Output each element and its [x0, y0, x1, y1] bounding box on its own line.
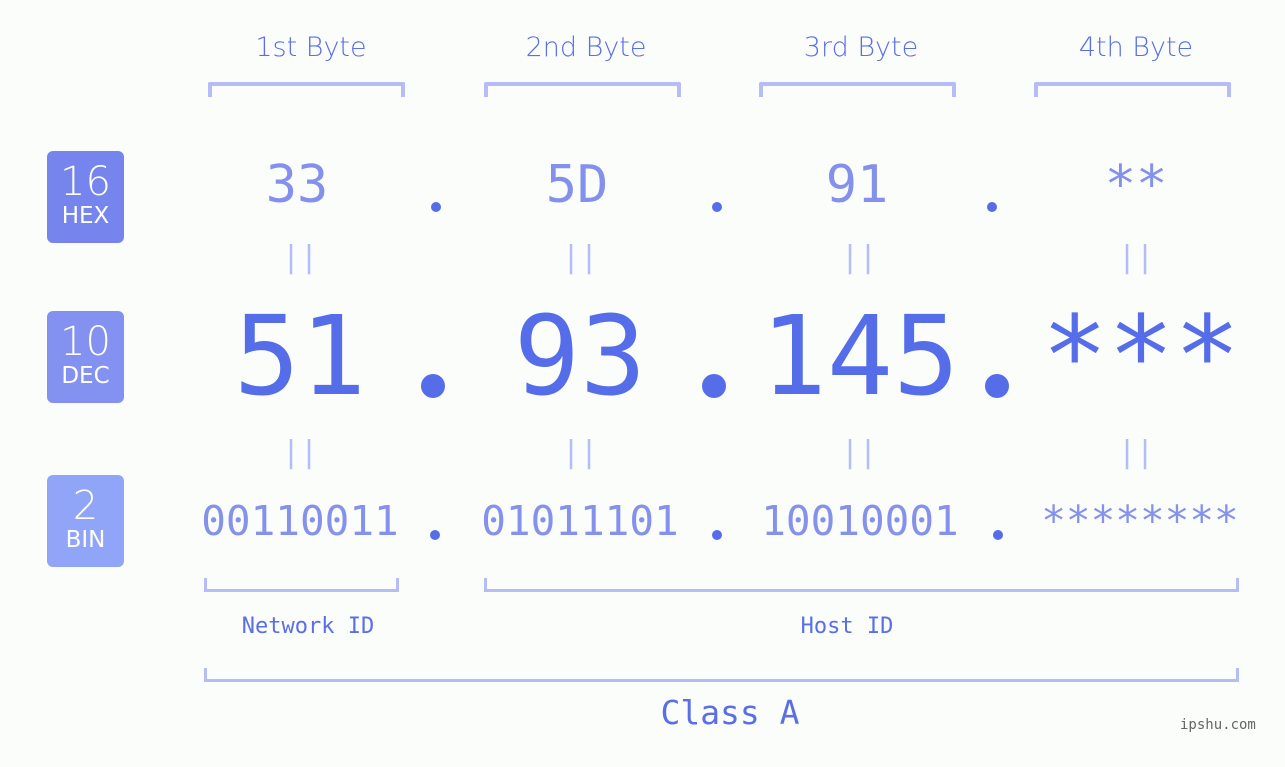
dec-separator-dot: [985, 374, 1009, 398]
host-id-label: Host ID: [800, 614, 894, 639]
dec-separator-dot: [702, 374, 726, 398]
watermark: ipshu.com: [1180, 717, 1256, 733]
class-bracket: [204, 668, 1239, 682]
bin-byte-1: 00110011: [201, 497, 399, 545]
dec-byte-2: 93: [513, 292, 647, 420]
byte-bracket-1: [208, 82, 405, 97]
hex-separator-dot: [712, 202, 722, 212]
byte-label-1: 1st Byte: [255, 32, 367, 63]
bin-badge-base: 2: [72, 483, 99, 529]
byte-label-4: 4th Byte: [1078, 32, 1194, 63]
class-label: Class A: [660, 693, 800, 732]
bin-byte-3: 10010001: [761, 497, 959, 545]
host-id-bracket: [484, 578, 1239, 592]
hex-badge: 16 HEX: [47, 151, 124, 243]
byte-label-2: 2nd Byte: [525, 32, 647, 63]
bin-separator-dot: [430, 530, 440, 540]
equals-sign: ||: [281, 240, 319, 275]
network-id-bracket: [204, 578, 399, 592]
bin-badge: 2 BIN: [47, 475, 124, 567]
hex-separator-dot: [987, 202, 997, 212]
equals-sign: ||: [840, 435, 878, 470]
equals-sign: ||: [840, 240, 878, 275]
hex-byte-1: 33: [265, 155, 329, 215]
network-id-label: Network ID: [241, 614, 375, 639]
byte-label-3: 3rd Byte: [803, 32, 919, 63]
byte-bracket-3: [759, 82, 956, 97]
dec-separator-dot: [421, 374, 445, 398]
equals-sign: ||: [1117, 435, 1155, 470]
dec-byte-1: 51: [233, 292, 367, 420]
dec-byte-3: 145: [760, 292, 960, 420]
equals-sign: ||: [1117, 240, 1155, 275]
hex-byte-3: 91: [825, 155, 889, 215]
equals-sign: ||: [281, 435, 319, 470]
equals-sign: ||: [561, 240, 599, 275]
bin-badge-label: BIN: [65, 527, 106, 553]
dec-badge-base: 10: [60, 319, 111, 365]
hex-badge-label: HEX: [61, 203, 110, 229]
bin-separator-dot: [712, 530, 722, 540]
hex-byte-4: **: [1104, 155, 1168, 215]
equals-sign: ||: [561, 435, 599, 470]
dec-badge-label: DEC: [61, 363, 110, 389]
dec-badge: 10 DEC: [47, 311, 124, 403]
bin-separator-dot: [993, 530, 1003, 540]
bin-byte-4: ********: [1041, 497, 1239, 545]
hex-separator-dot: [431, 202, 441, 212]
byte-bracket-4: [1034, 82, 1231, 97]
bin-byte-2: 01011101: [481, 497, 679, 545]
hex-byte-2: 5D: [545, 155, 609, 215]
hex-badge-base: 16: [60, 159, 111, 205]
byte-bracket-2: [484, 82, 681, 97]
dec-byte-4: ***: [1041, 292, 1241, 420]
